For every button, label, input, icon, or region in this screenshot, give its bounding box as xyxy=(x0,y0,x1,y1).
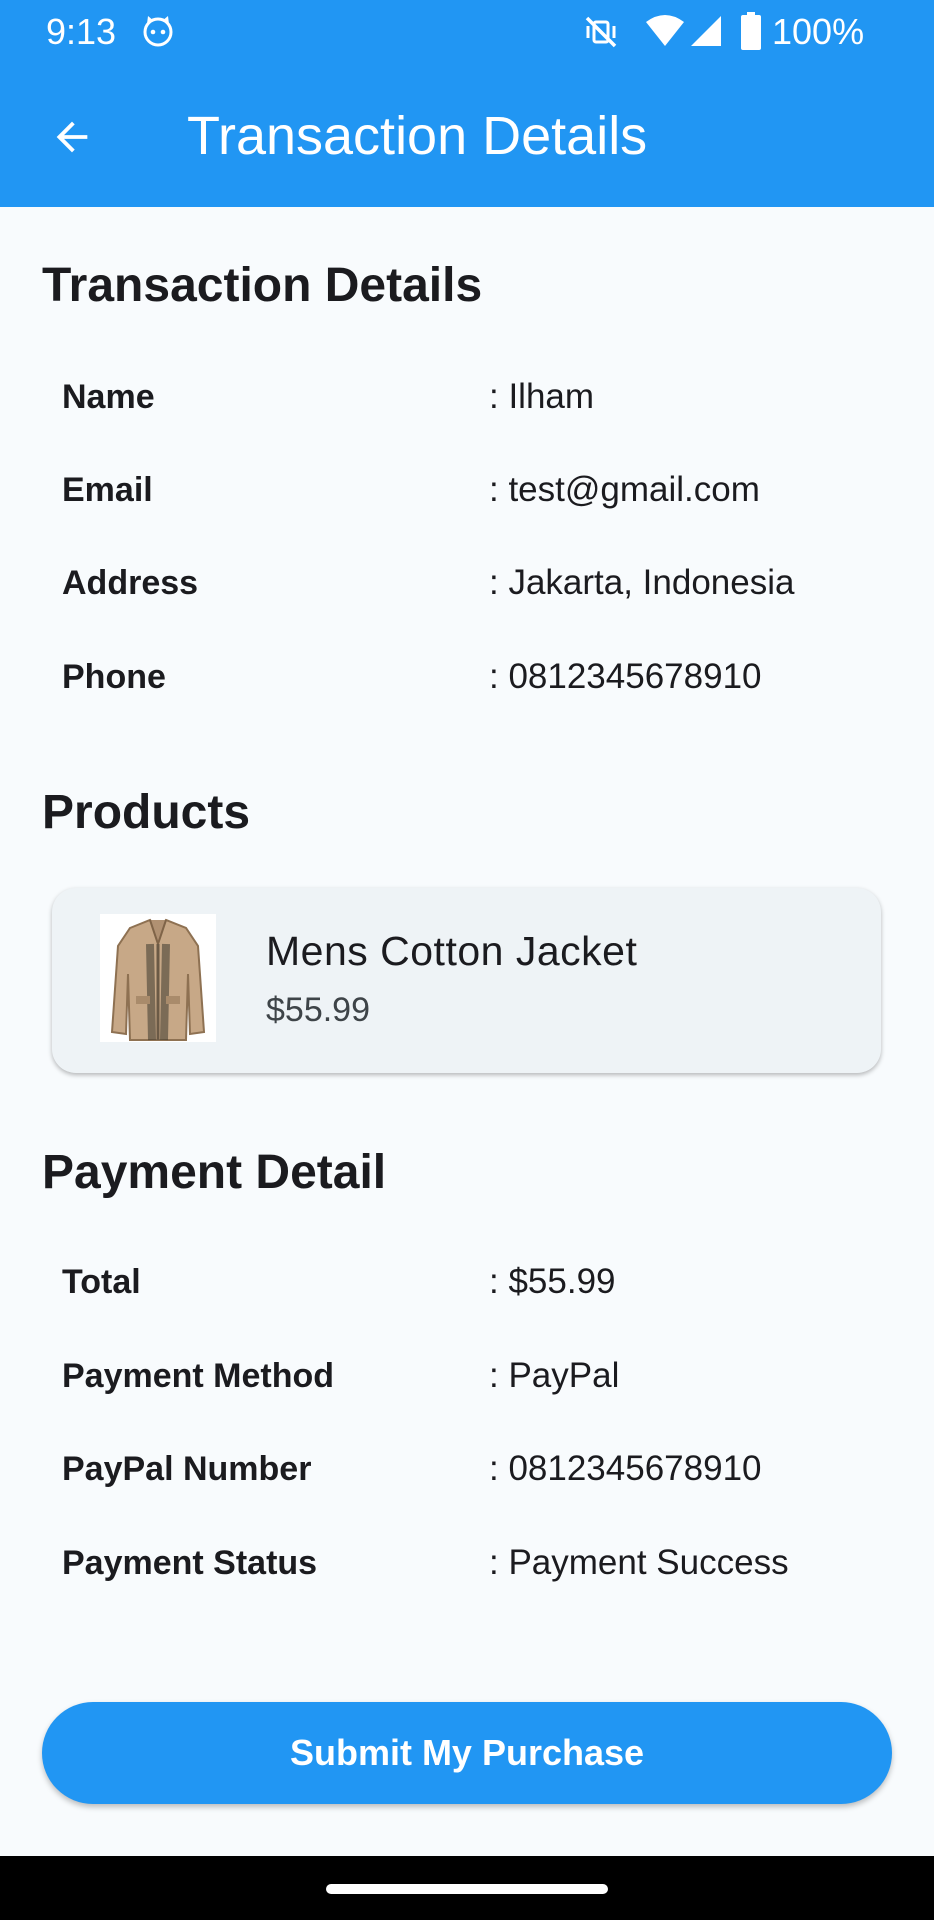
arrow-back-icon xyxy=(56,121,88,153)
email-value: : test@gmail.com xyxy=(489,470,760,509)
product-price: $55.99 xyxy=(266,991,370,1029)
cat-face-icon xyxy=(143,16,173,47)
app-bar-title: Transaction Details xyxy=(187,106,648,166)
payment-row-method: Payment Method : PayPal xyxy=(62,1353,892,1399)
payment-row-total: Total : $55.99 xyxy=(62,1259,892,1305)
cellular-signal-icon xyxy=(691,16,721,46)
payment-status-value: : Payment Success xyxy=(489,1543,789,1582)
total-value: : $55.99 xyxy=(489,1262,616,1301)
phone-label: Phone xyxy=(62,658,166,696)
products-section-title: Products xyxy=(42,786,251,839)
transaction-row-phone: Phone : 0812345678910 xyxy=(62,654,892,700)
name-value: : Ilham xyxy=(489,377,595,416)
product-card[interactable]: Mens Cotton Jacket $55.99 xyxy=(52,888,881,1073)
transaction-section-title: Transaction Details xyxy=(42,259,483,312)
total-label: Total xyxy=(62,1263,141,1301)
battery-icon xyxy=(741,12,761,50)
app-header: 9:13 100% Transaction Details xyxy=(0,0,934,207)
payment-section-title: Payment Detail xyxy=(42,1146,387,1199)
payment-method-label: Payment Method xyxy=(62,1357,335,1395)
address-label: Address xyxy=(62,564,199,602)
transaction-row-address: Address : Jakarta, Indonesia xyxy=(62,560,892,606)
payment-method-value: : PayPal xyxy=(489,1356,620,1395)
name-label: Name xyxy=(62,378,155,416)
back-button[interactable] xyxy=(30,95,114,179)
address-value: : Jakarta, Indonesia xyxy=(489,563,795,602)
battery-percentage: 100% xyxy=(772,11,865,52)
system-navigation-bar xyxy=(0,1856,934,1920)
payment-row-paypal-number: PayPal Number : 0812345678910 xyxy=(62,1446,892,1492)
transaction-row-email: Email : test@gmail.com xyxy=(62,467,892,513)
phone-value: : 0812345678910 xyxy=(489,657,762,696)
email-label: Email xyxy=(62,471,153,509)
payment-row-status: Payment Status : Payment Success xyxy=(62,1540,892,1586)
transaction-row-name: Name : Ilham xyxy=(62,374,892,420)
paypal-number-label: PayPal Number xyxy=(62,1450,312,1488)
jacket-image xyxy=(100,914,216,1042)
submit-purchase-button[interactable]: Submit My Purchase xyxy=(42,1702,892,1804)
paypal-number-value: : 0812345678910 xyxy=(489,1449,762,1488)
payment-status-label: Payment Status xyxy=(62,1544,318,1582)
wifi-icon xyxy=(646,15,684,46)
status-time: 9:13 xyxy=(46,11,117,52)
vibrate-off-icon xyxy=(585,16,617,48)
product-name: Mens Cotton Jacket xyxy=(266,928,638,974)
status-bar: 9:13 100% xyxy=(0,0,934,64)
home-handle[interactable] xyxy=(326,1884,608,1894)
